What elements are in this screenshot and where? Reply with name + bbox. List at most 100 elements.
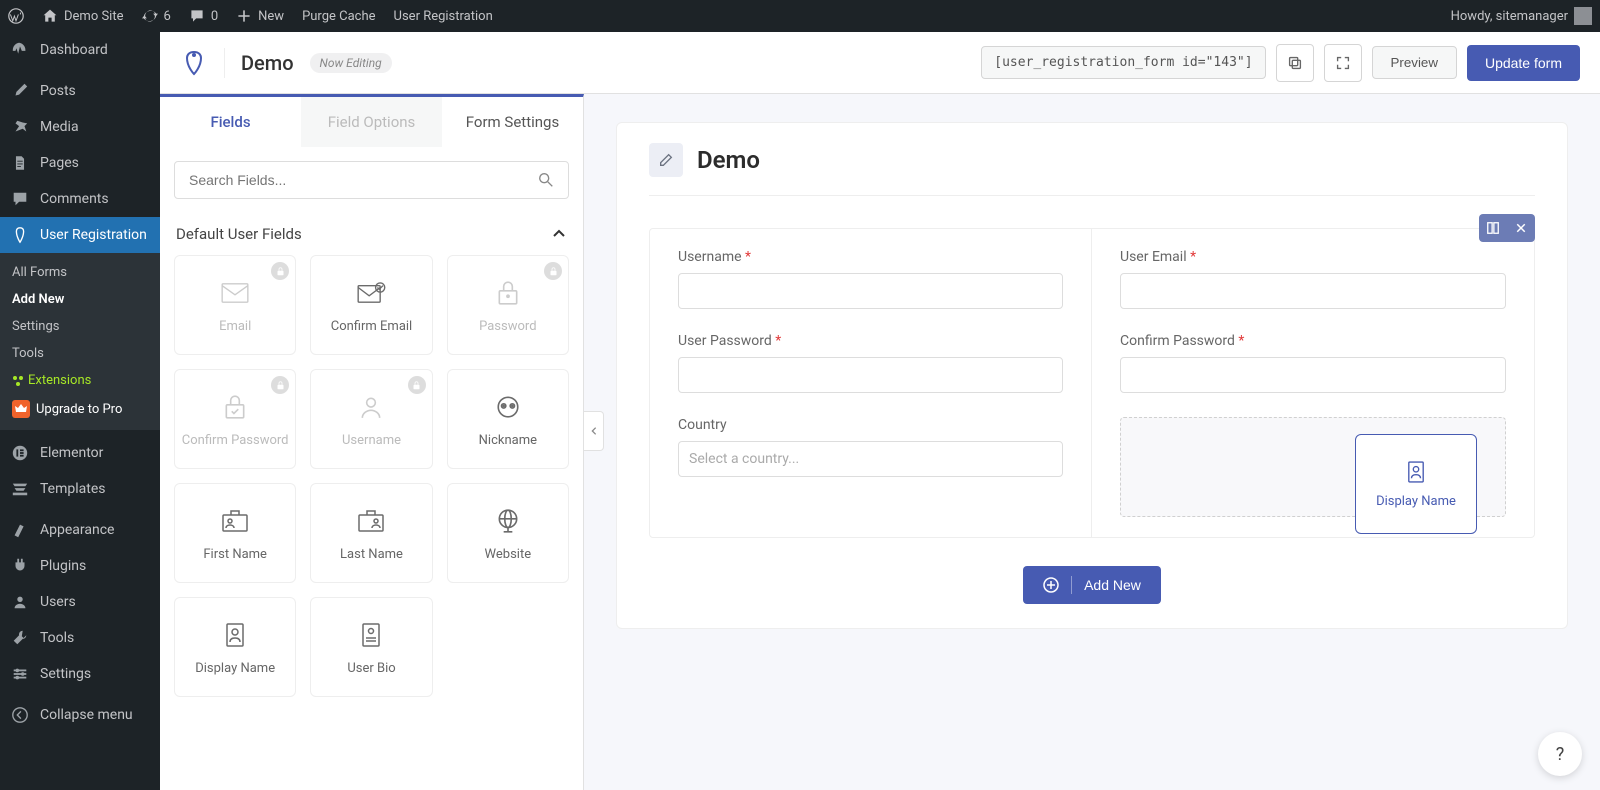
wp-logo[interactable] bbox=[8, 8, 24, 24]
id-badge-icon bbox=[1407, 460, 1425, 484]
menu-collapse[interactable]: Collapse menu bbox=[0, 697, 160, 733]
field-card-display-name[interactable]: Display Name bbox=[174, 597, 296, 697]
tab-form-settings[interactable]: Form Settings bbox=[442, 97, 583, 147]
plus-circle-icon bbox=[1043, 577, 1059, 593]
submenu-add-new[interactable]: Add New bbox=[0, 286, 160, 313]
field-card-confirm-password[interactable]: Confirm Password bbox=[174, 369, 296, 469]
field-card-password[interactable]: Password bbox=[447, 255, 569, 355]
id-card-icon bbox=[219, 505, 251, 537]
drop-zone[interactable]: Display Name bbox=[1120, 417, 1506, 517]
menu-templates[interactable]: Templates bbox=[0, 471, 160, 507]
row-columns-button[interactable] bbox=[1479, 214, 1507, 242]
lock-icon bbox=[544, 262, 562, 280]
envelope-check-icon bbox=[355, 277, 387, 309]
form-canvas: Demo Username * User Password * CountryS… bbox=[584, 94, 1600, 790]
site-name: Demo Site bbox=[64, 9, 124, 24]
field-card-confirm-email[interactable]: Confirm Email bbox=[310, 255, 432, 355]
search-icon bbox=[537, 171, 555, 189]
field-card-website[interactable]: Website bbox=[447, 483, 569, 583]
lock-icon bbox=[408, 376, 426, 394]
menu-appearance[interactable]: Appearance bbox=[0, 512, 160, 548]
avatar-icon bbox=[1574, 7, 1592, 25]
fields-panel: Fields Field Options Form Settings Defau… bbox=[160, 94, 584, 790]
field-card-first-name[interactable]: First Name bbox=[174, 483, 296, 583]
fullscreen-button[interactable] bbox=[1324, 44, 1362, 82]
updates-link[interactable]: 6 bbox=[142, 8, 171, 24]
lock-large-icon bbox=[492, 277, 524, 309]
row-delete-button[interactable] bbox=[1507, 214, 1535, 242]
add-new-row-button[interactable]: Add New bbox=[1023, 566, 1161, 604]
user-password-input[interactable] bbox=[678, 357, 1063, 393]
lock-icon bbox=[271, 376, 289, 394]
lock-icon bbox=[271, 262, 289, 280]
envelope-icon bbox=[219, 277, 251, 309]
user-email-input[interactable] bbox=[1120, 273, 1506, 309]
chevron-up-icon bbox=[551, 226, 567, 242]
preview-button[interactable]: Preview bbox=[1372, 46, 1457, 79]
submenu-user-registration: All Forms Add New Settings Tools Extensi… bbox=[0, 253, 160, 430]
menu-comments[interactable]: Comments bbox=[0, 181, 160, 217]
field-card-username[interactable]: Username bbox=[310, 369, 432, 469]
menu-tools[interactable]: Tools bbox=[0, 620, 160, 656]
field-country[interactable]: CountrySelect a country... bbox=[678, 417, 1063, 477]
field-user-email[interactable]: User Email * bbox=[1120, 249, 1506, 309]
submenu-extensions[interactable]: Extensions bbox=[0, 367, 160, 394]
dragging-display-name-card[interactable]: Display Name bbox=[1355, 434, 1477, 534]
lock-check-icon bbox=[219, 391, 251, 423]
field-card-email[interactable]: Email bbox=[174, 255, 296, 355]
menu-settings[interactable]: Settings bbox=[0, 656, 160, 692]
menu-plugins[interactable]: Plugins bbox=[0, 548, 160, 584]
menu-pages[interactable]: Pages bbox=[0, 145, 160, 181]
comments-link[interactable]: 0 bbox=[189, 8, 218, 24]
crown-icon bbox=[12, 400, 30, 418]
row-tools bbox=[1479, 214, 1535, 242]
copy-shortcode-button[interactable] bbox=[1276, 44, 1314, 82]
user-icon bbox=[355, 391, 387, 423]
menu-users[interactable]: Users bbox=[0, 584, 160, 620]
section-default-user-fields[interactable]: Default User Fields bbox=[160, 213, 583, 255]
globe-icon bbox=[492, 505, 524, 537]
app-logo-icon bbox=[180, 49, 208, 77]
form-name: Demo bbox=[241, 51, 294, 75]
field-confirm-password[interactable]: Confirm Password * bbox=[1120, 333, 1506, 393]
menu-media[interactable]: Media bbox=[0, 109, 160, 145]
search-fields-input[interactable] bbox=[174, 161, 569, 199]
tab-field-options[interactable]: Field Options bbox=[301, 97, 442, 147]
submenu-upgrade-pro[interactable]: Upgrade to Pro bbox=[0, 394, 160, 424]
field-card-last-name[interactable]: Last Name bbox=[310, 483, 432, 583]
menu-dashboard[interactable]: Dashboard bbox=[0, 32, 160, 68]
id-card-icon bbox=[355, 505, 387, 537]
form-title: Demo bbox=[697, 146, 760, 174]
submenu-all-forms[interactable]: All Forms bbox=[0, 259, 160, 286]
builder-toolbar: Demo Now Editing [user_registration_form… bbox=[160, 32, 1600, 94]
menu-elementor[interactable]: Elementor bbox=[0, 435, 160, 471]
menu-user-registration[interactable]: User Registration bbox=[0, 217, 160, 253]
submenu-settings[interactable]: Settings bbox=[0, 313, 160, 340]
shortcode-display[interactable]: [user_registration_form id="143"] bbox=[981, 46, 1265, 79]
country-select[interactable]: Select a country... bbox=[678, 441, 1063, 477]
field-card-user-bio[interactable]: User Bio bbox=[310, 597, 432, 697]
main-area: Demo Now Editing [user_registration_form… bbox=[160, 32, 1600, 790]
user-registration-link[interactable]: User Registration bbox=[394, 9, 493, 24]
username-input[interactable] bbox=[678, 273, 1063, 309]
face-icon bbox=[492, 391, 524, 423]
id-badge-icon bbox=[355, 619, 387, 651]
field-username[interactable]: Username * bbox=[678, 249, 1063, 309]
purge-cache-link[interactable]: Purge Cache bbox=[302, 9, 375, 24]
submenu-tools[interactable]: Tools bbox=[0, 340, 160, 367]
field-card-nickname[interactable]: Nickname bbox=[447, 369, 569, 469]
help-button[interactable]: ? bbox=[1538, 732, 1582, 776]
confirm-password-input[interactable] bbox=[1120, 357, 1506, 393]
now-editing-badge: Now Editing bbox=[310, 53, 392, 73]
id-badge-icon bbox=[219, 619, 251, 651]
howdy-link[interactable]: Howdy, sitemanager bbox=[1451, 7, 1592, 25]
menu-posts[interactable]: Posts bbox=[0, 73, 160, 109]
tab-fields[interactable]: Fields bbox=[160, 97, 301, 147]
update-form-button[interactable]: Update form bbox=[1467, 45, 1580, 81]
admin-sidebar: Dashboard Posts Media Pages Comments Use… bbox=[0, 32, 160, 790]
admin-bar: Demo Site 6 0 New Purge Cache User Regis… bbox=[0, 0, 1600, 32]
field-user-password[interactable]: User Password * bbox=[678, 333, 1063, 393]
site-name-link[interactable]: Demo Site bbox=[42, 8, 124, 24]
edit-title-button[interactable] bbox=[649, 143, 683, 177]
new-link[interactable]: New bbox=[236, 8, 284, 24]
